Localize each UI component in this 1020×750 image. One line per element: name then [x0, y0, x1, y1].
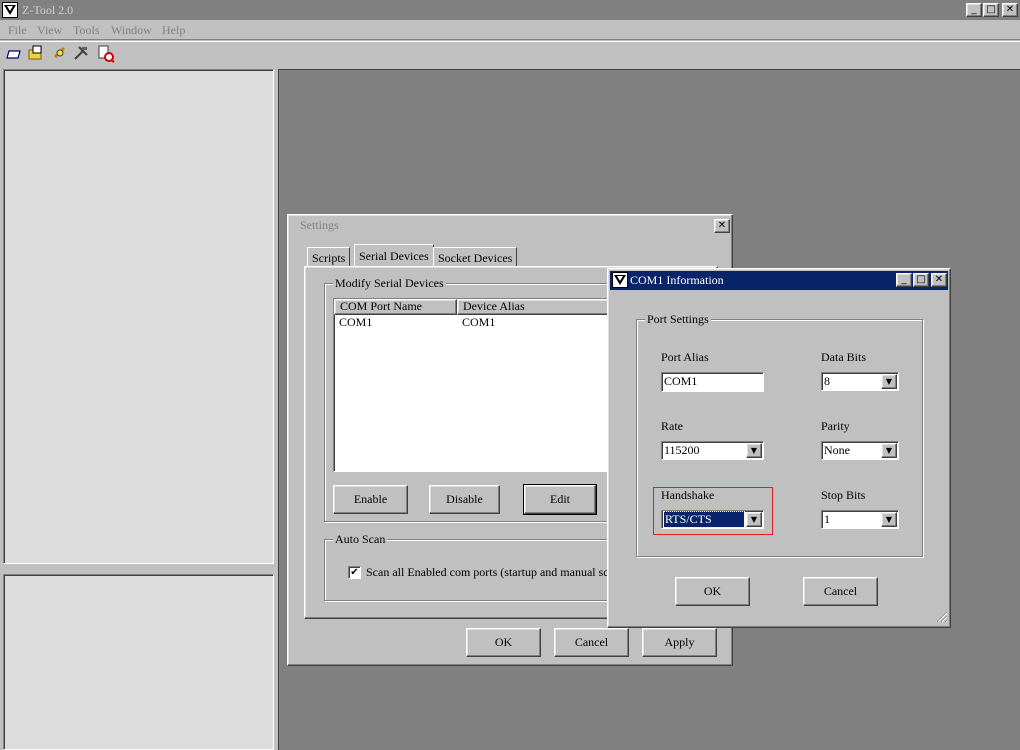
menu-file[interactable]: File: [8, 23, 27, 38]
com1-logo-icon: [612, 272, 628, 288]
menu-help[interactable]: Help: [162, 23, 185, 38]
left-top-pane[interactable]: [3, 69, 274, 564]
tools-icon[interactable]: [73, 45, 89, 61]
left-bottom-pane[interactable]: [3, 574, 274, 750]
port-alias-input[interactable]: COM1: [661, 372, 764, 392]
refresh-icon[interactable]: [52, 45, 68, 61]
auto-scan-label: Auto Scan: [333, 532, 388, 547]
com1-title: COM1 Information: [630, 273, 724, 287]
open-folder-icon[interactable]: [28, 45, 44, 61]
menu-bar: File View Tools Window Help: [0, 20, 1020, 40]
disable-button[interactable]: Disable: [429, 485, 500, 514]
resize-grip-icon[interactable]: [934, 609, 948, 623]
row-port-name: COM1: [339, 315, 373, 329]
port-settings-group: Port Settings Port Alias COM1 Data Bits …: [636, 312, 923, 557]
stop-bits-label: Stop Bits: [821, 488, 866, 502]
search-device-icon[interactable]: [97, 45, 115, 63]
chevron-down-icon[interactable]: ▼: [881, 443, 897, 458]
settings-title-bar[interactable]: Settings ✕: [290, 217, 730, 235]
stop-bits-value: 1: [824, 512, 830, 526]
com1-info-dialog: COM1 Information _ □ ✕ Port Settings Por…: [607, 268, 951, 628]
handshake-value: RTS/CTS: [663, 511, 745, 528]
modify-serial-label: Modify Serial Devices: [333, 276, 446, 291]
column-header-port[interactable]: COM Port Name: [334, 299, 457, 315]
row-device-alias: COM1: [462, 315, 496, 329]
rate-value: 115200: [664, 443, 700, 457]
com1-minimize-button[interactable]: _: [896, 273, 912, 287]
menu-view[interactable]: View: [37, 23, 62, 38]
parity-value: None: [824, 443, 850, 457]
port-alias-label: Port Alias: [661, 350, 709, 364]
enable-button[interactable]: Enable: [333, 485, 408, 514]
auto-scan-checkbox-label[interactable]: Scan all Enabled com ports (startup and …: [366, 565, 620, 580]
main-title-bar[interactable]: Z-Tool 2.0 _ □ ✕: [0, 0, 1020, 20]
maximize-button[interactable]: □: [983, 3, 999, 17]
settings-close-button[interactable]: ✕: [714, 219, 730, 233]
menu-window[interactable]: Window: [111, 23, 152, 38]
tab-serial-devices[interactable]: Serial Devices: [354, 244, 434, 268]
parity-label: Parity: [821, 419, 850, 433]
port-settings-label: Port Settings: [645, 312, 711, 327]
com1-title-bar[interactable]: COM1 Information _ □ ✕: [610, 271, 948, 290]
com1-ok-button[interactable]: OK: [675, 577, 750, 606]
minimize-button[interactable]: _: [966, 3, 982, 17]
edit-button[interactable]: Edit: [523, 484, 597, 515]
menu-tools[interactable]: Tools: [73, 23, 100, 38]
auto-scan-checkbox[interactable]: ✔: [348, 566, 361, 579]
close-button[interactable]: ✕: [1002, 3, 1018, 17]
chevron-down-icon[interactable]: ▼: [881, 374, 897, 389]
app-logo-icon: [2, 2, 18, 18]
rate-select[interactable]: 115200 ▼: [661, 441, 764, 460]
port-alias-value: COM1: [664, 374, 698, 388]
chevron-down-icon[interactable]: ▼: [746, 512, 762, 527]
stop-bits-select[interactable]: 1 ▼: [821, 510, 899, 529]
settings-cancel-button[interactable]: Cancel: [554, 628, 629, 657]
handshake-label: Handshake: [661, 488, 715, 502]
com1-maximize-button[interactable]: □: [913, 273, 929, 287]
parity-select[interactable]: None ▼: [821, 441, 899, 460]
handshake-select[interactable]: RTS/CTS ▼: [661, 510, 764, 529]
tab-scripts[interactable]: Scripts: [307, 247, 351, 267]
main-window-title: Z-Tool 2.0: [22, 3, 74, 17]
tab-socket-devices[interactable]: Socket Devices: [433, 247, 518, 267]
toolbar: [0, 41, 1020, 67]
data-bits-value: 8: [824, 374, 830, 388]
rate-label: Rate: [661, 419, 683, 433]
settings-title: Settings: [300, 218, 339, 232]
data-bits-select[interactable]: 8 ▼: [821, 372, 899, 391]
chevron-down-icon[interactable]: ▼: [746, 443, 762, 458]
chevron-down-icon[interactable]: ▼: [881, 512, 897, 527]
data-bits-label: Data Bits: [821, 350, 866, 364]
new-window-icon[interactable]: [6, 46, 22, 62]
settings-apply-button[interactable]: Apply: [642, 628, 717, 657]
com1-cancel-button[interactable]: Cancel: [803, 577, 878, 606]
settings-ok-button[interactable]: OK: [466, 628, 541, 657]
com1-close-button[interactable]: ✕: [931, 273, 947, 287]
